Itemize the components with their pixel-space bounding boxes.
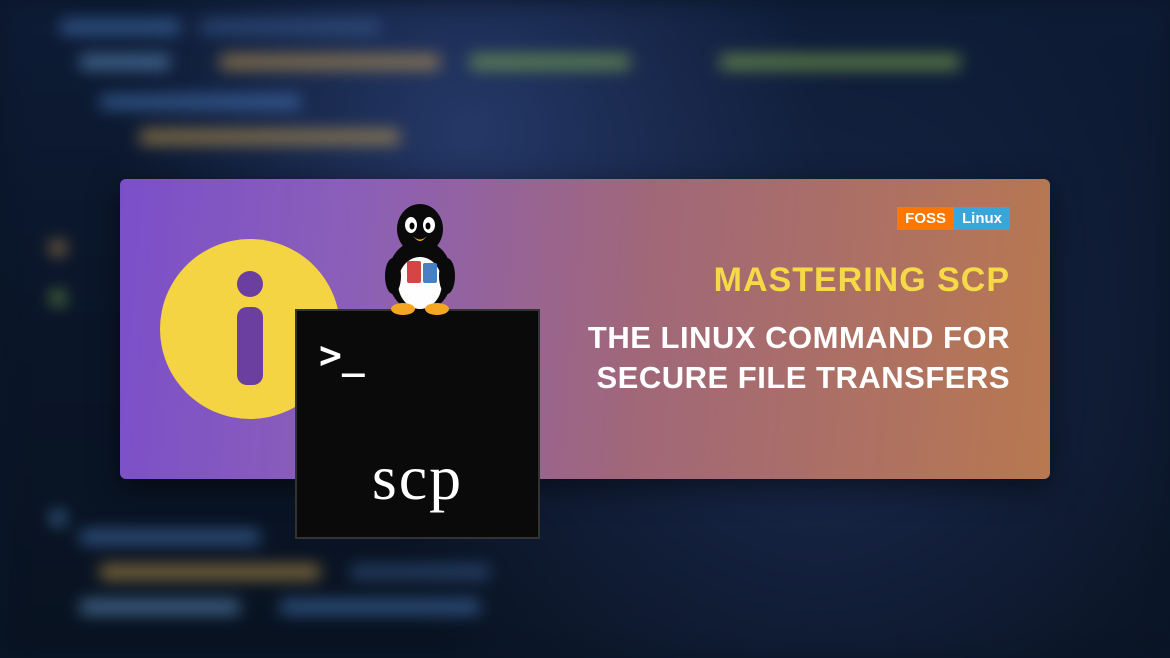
- logo-linux-part: Linux: [954, 207, 1010, 230]
- info-icon-stem: [237, 307, 263, 385]
- headline-block: MASTERING SCP THE LINUX COMMAND FOR SECU…: [520, 261, 1010, 397]
- foss-linux-logo: FOSS Linux: [897, 207, 1010, 230]
- info-icon-dot: [237, 271, 263, 297]
- terminal-icon: >_ scp: [295, 309, 540, 539]
- logo-foss-part: FOSS: [897, 207, 954, 230]
- terminal-prompt-glyph: >_: [319, 333, 365, 377]
- article-subtitle: THE LINUX COMMAND FOR SECURE FILE TRANSF…: [520, 318, 1010, 397]
- terminal-command-text: scp: [297, 441, 538, 515]
- article-title: MASTERING SCP: [520, 261, 1010, 300]
- tux-penguin-icon: [375, 201, 465, 316]
- subtitle-line-2: SECURE FILE TRANSFERS: [596, 360, 1010, 395]
- article-banner-card: >_ scp FOSS Linux MASTERING SCP THE LINU…: [120, 179, 1050, 479]
- subtitle-line-1: THE LINUX COMMAND FOR: [588, 320, 1010, 355]
